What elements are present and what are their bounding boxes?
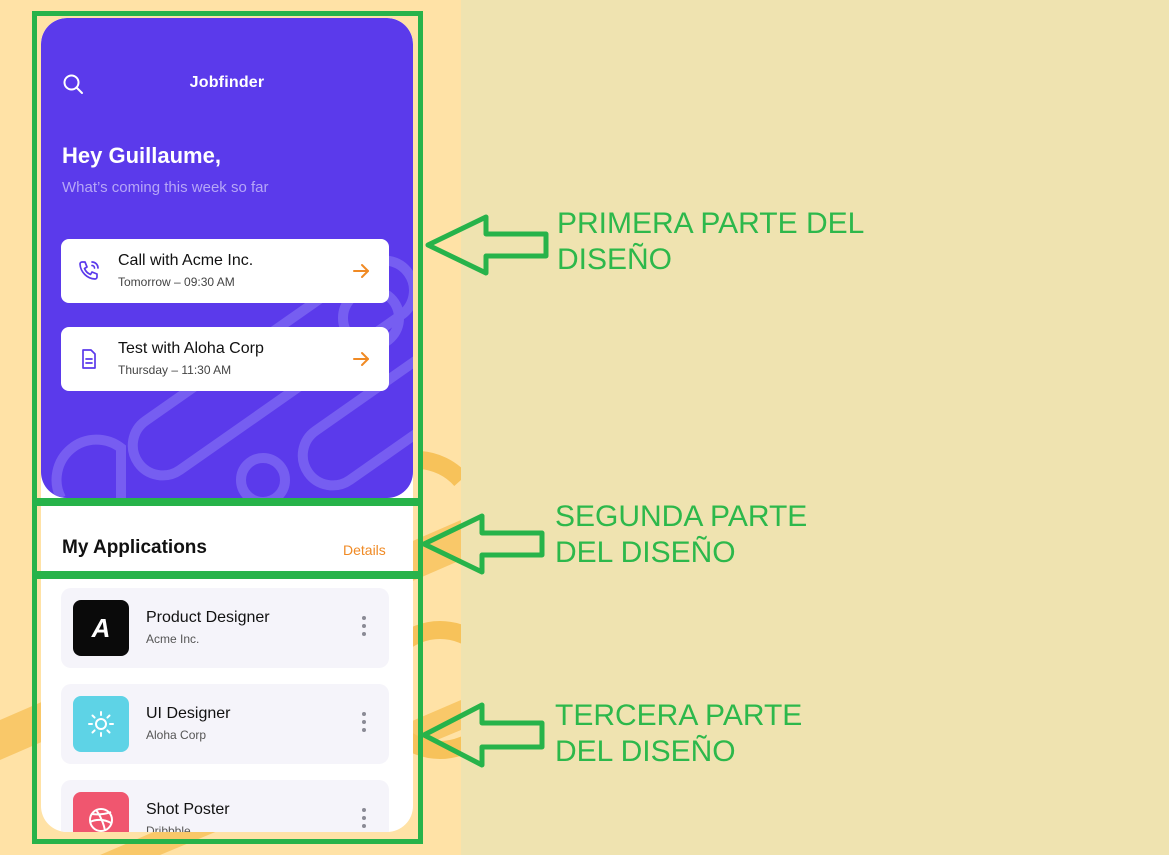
arrow-left-icon	[421, 513, 545, 575]
annotation-label-second: SEGUNDA PARTE DEL DISEÑO	[555, 499, 807, 571]
arrow-left-icon	[425, 214, 549, 276]
annotation-box-second	[32, 501, 423, 576]
annotation-line: TERCERA PARTE	[555, 699, 803, 732]
annotation-line: DEL DISEÑO	[555, 536, 736, 569]
annotation-box-first	[32, 11, 423, 503]
annotation-label-third: TERCERA PARTE DEL DISEÑO	[555, 698, 802, 770]
annotation-box-third	[32, 574, 423, 844]
annotation-line: PRIMERA PARTE DEL	[557, 207, 865, 240]
annotation-line: SEGUNDA PARTE	[555, 500, 808, 533]
arrow-left-icon	[421, 702, 545, 768]
annotation-line: DEL DISEÑO	[555, 735, 736, 768]
annotation-line: DISEÑO	[557, 243, 673, 276]
annotation-label-first: PRIMERA PARTE DEL DISEÑO	[557, 206, 864, 278]
